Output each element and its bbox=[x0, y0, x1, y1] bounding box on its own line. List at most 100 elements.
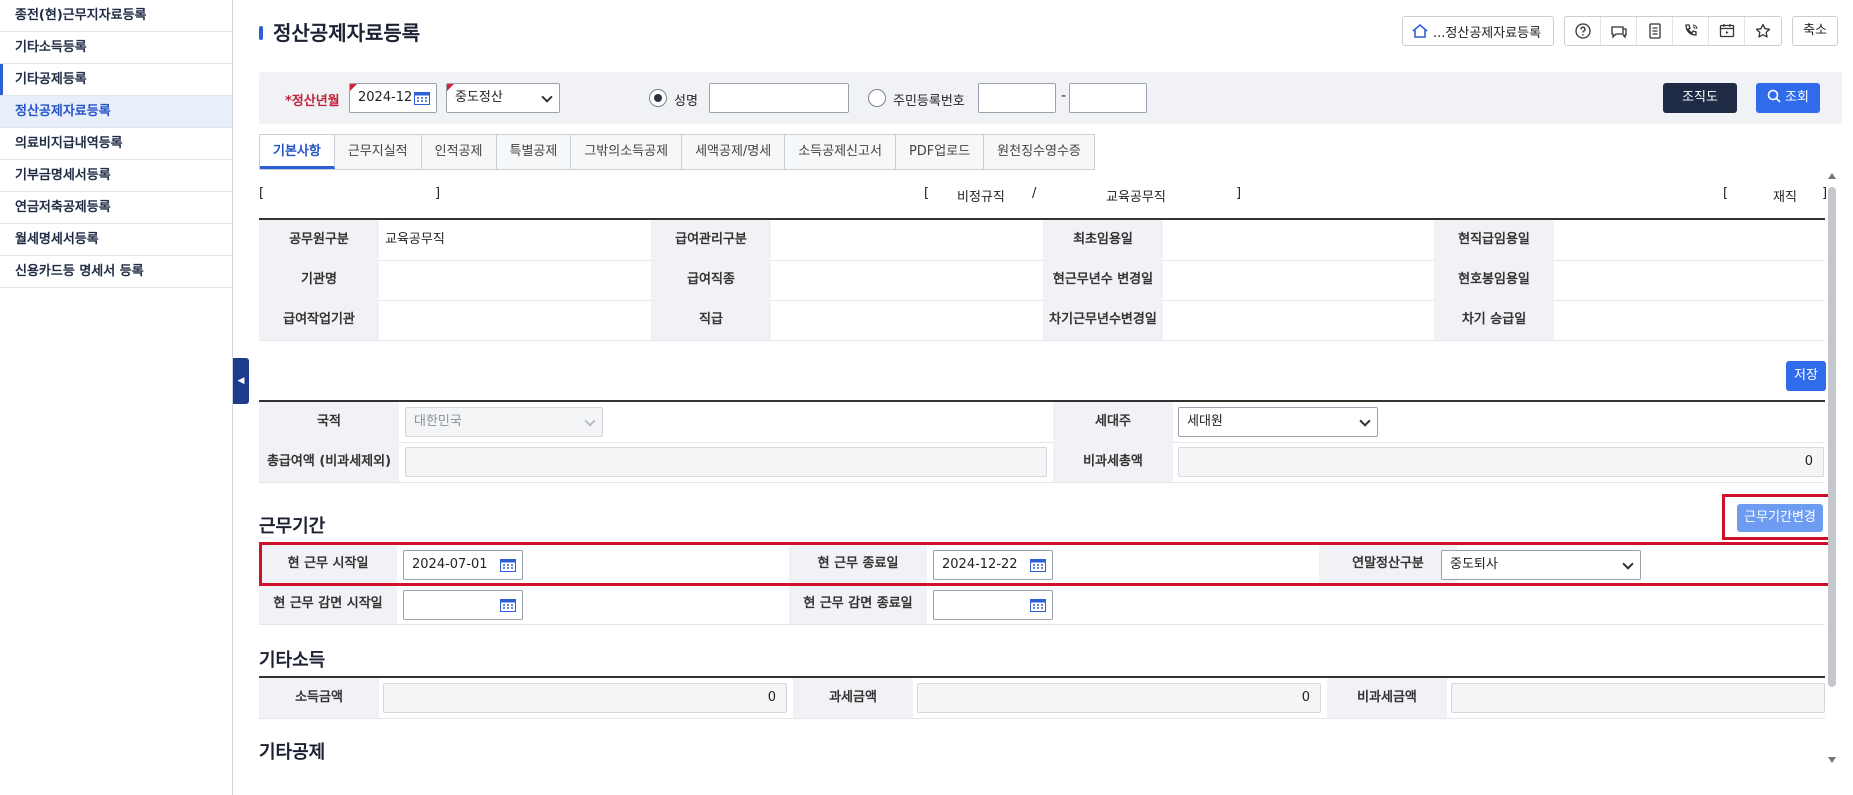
name-radio-label: 성명 bbox=[674, 94, 698, 109]
vertical-scrollbar[interactable] bbox=[1827, 173, 1837, 763]
calendar-window-button[interactable] bbox=[1709, 17, 1746, 45]
employment-status: 재직 bbox=[1773, 190, 1797, 205]
search-panel: *정산년월 2024-12 중도정산 성명 주민등록번호 - 조직도 조회 bbox=[259, 72, 1842, 124]
sidebar: 종전(현)근무지자료등록 기타소득등록 기타공제등록 정산공제자료등록 의료비지… bbox=[0, 0, 233, 795]
settlement-period-value: 2024-12 bbox=[358, 90, 413, 105]
rrn-dash: - bbox=[1061, 88, 1067, 104]
job-type: 교육공무직 bbox=[1106, 190, 1166, 205]
tab-other-income-deduction[interactable]: 그밖의소득공제 bbox=[571, 135, 683, 169]
rrn-back-input[interactable] bbox=[1069, 83, 1147, 113]
calendar-icon[interactable] bbox=[1030, 598, 1046, 612]
search-button-label: 조회 bbox=[1785, 90, 1809, 105]
scroll-down-arrow[interactable] bbox=[1828, 757, 1836, 763]
chevron-down-icon bbox=[1359, 415, 1371, 427]
first-appointment-label: 최초임용일 bbox=[1043, 220, 1163, 260]
nontax-total-input[interactable]: 0 bbox=[1178, 447, 1824, 477]
calendar-window-icon bbox=[1719, 24, 1734, 38]
civil-type-value: 교육공무직 bbox=[385, 232, 445, 247]
shrink-button[interactable]: 축소 bbox=[1792, 16, 1838, 46]
scroll-thumb[interactable] bbox=[1828, 187, 1836, 687]
rrn-radio-label: 주민등록번호 bbox=[893, 94, 965, 109]
breadcrumb-label: ...정산공제자료등록 bbox=[1433, 25, 1542, 41]
tab-tax-credit[interactable]: 세액공제/명세 bbox=[682, 135, 786, 169]
tab-special-deduction[interactable]: 특별공제 bbox=[496, 135, 572, 169]
calendar-icon[interactable] bbox=[500, 598, 516, 612]
scroll-up-arrow[interactable] bbox=[1828, 173, 1836, 179]
other-income-table: 소득금액 0 과세금액 0 비과세금액 bbox=[259, 676, 1825, 719]
taxable-amount-input[interactable]: 0 bbox=[917, 683, 1321, 713]
nontax-amount-input[interactable] bbox=[1451, 683, 1825, 713]
institution-label: 기관명 bbox=[259, 260, 379, 300]
calendar-icon[interactable] bbox=[414, 91, 430, 105]
search-icon bbox=[1767, 89, 1781, 103]
sidebar-item-settlement-deduction[interactable]: 정산공제자료등록 bbox=[0, 96, 232, 128]
help-icon bbox=[1574, 23, 1591, 39]
reduction-start-input[interactable] bbox=[403, 590, 523, 620]
save-button[interactable]: 저장 bbox=[1786, 361, 1826, 391]
sidebar-item-other-income[interactable]: 기타소득등록 bbox=[0, 32, 232, 64]
top-actions: ...정산공제자료등록 축소 bbox=[1402, 16, 1838, 46]
sidebar-item-credit-card[interactable]: 신용카드등 명세서 등록 bbox=[0, 256, 232, 288]
settlement-period-input[interactable]: 2024-12 bbox=[349, 83, 437, 113]
total-pay-input[interactable] bbox=[405, 447, 1047, 477]
breadcrumb-home-button[interactable]: ...정산공제자료등록 bbox=[1402, 16, 1555, 46]
sidebar-item-pension-savings[interactable]: 연금저축공제등록 bbox=[0, 192, 232, 224]
nationality-select[interactable]: 대한민국 bbox=[405, 407, 603, 437]
householder-select[interactable]: 세대원 bbox=[1178, 407, 1378, 437]
sidebar-item-other-deduction[interactable]: 기타공제등록 bbox=[0, 64, 232, 96]
current-step-appointment-label: 현호봉임용일 bbox=[1434, 260, 1554, 300]
page-title: 정산공제자료등록 bbox=[273, 21, 421, 45]
org-chart-button[interactable]: 조직도 bbox=[1663, 83, 1737, 113]
name-radio[interactable] bbox=[649, 89, 667, 107]
name-input[interactable] bbox=[709, 83, 849, 113]
tab-workplace-records[interactable]: 근무지실적 bbox=[334, 135, 422, 169]
householder-value: 세대원 bbox=[1187, 414, 1223, 429]
other-deduction-title: 기타공제 bbox=[259, 742, 326, 763]
reduction-end-label: 현 근무 감면 종료일 bbox=[789, 584, 927, 624]
sidebar-item-medical-expense[interactable]: 의료비지급내역등록 bbox=[0, 128, 232, 160]
household-table: 국적 대한민국 세대주 세대원 총급여액 (비과세제외) 비과세총액 0 bbox=[259, 400, 1825, 483]
tab-withholding-receipt[interactable]: 원천징수영수증 bbox=[984, 135, 1095, 169]
favorite-button[interactable] bbox=[1745, 17, 1781, 45]
info-mid-close: ] bbox=[1236, 186, 1242, 201]
position-label: 직급 bbox=[651, 300, 771, 340]
taxable-amount-label: 과세금액 bbox=[793, 678, 913, 718]
chevron-down-icon bbox=[541, 91, 553, 103]
tab-deduction-report[interactable]: 소득공제신고서 bbox=[785, 135, 896, 169]
change-work-period-button[interactable]: 근무기간변경 bbox=[1737, 504, 1823, 532]
pay-job-type-label: 급여직종 bbox=[651, 260, 771, 300]
highlight-box-row bbox=[259, 542, 1834, 586]
basic-info-table: 공무원구분 교육공무직 급여관리구분 최초임용일 현직급임용일 기관명 급여직종… bbox=[259, 218, 1825, 342]
reduction-start-label: 현 근무 감면 시작일 bbox=[259, 584, 397, 624]
rrn-front-input[interactable] bbox=[978, 83, 1056, 113]
tab-basic[interactable]: 기본사항 bbox=[260, 135, 335, 169]
tab-personal-deduction[interactable]: 인적공제 bbox=[421, 135, 497, 169]
pay-management-label: 급여관리구분 bbox=[651, 220, 771, 260]
document-icon bbox=[1648, 23, 1661, 39]
chevron-down-icon bbox=[584, 415, 596, 427]
income-amount-input[interactable]: 0 bbox=[383, 683, 787, 713]
title-marker bbox=[259, 26, 263, 40]
current-grade-appointment-label: 현직급임용일 bbox=[1434, 220, 1554, 260]
chat-button[interactable] bbox=[1601, 17, 1638, 45]
reduction-end-input[interactable] bbox=[933, 590, 1053, 620]
next-service-years-change-label: 차기근무년수변경일 bbox=[1043, 300, 1163, 340]
tab-pdf-upload[interactable]: PDF업로드 bbox=[895, 135, 985, 169]
sidebar-item-previous-workplace[interactable]: 종전(현)근무지자료등록 bbox=[0, 0, 232, 32]
settlement-type-select[interactable]: 중도정산 bbox=[446, 83, 560, 113]
help-button[interactable] bbox=[1565, 17, 1602, 45]
nontax-total-label: 비과세총액 bbox=[1053, 442, 1173, 482]
phone-icon bbox=[1684, 24, 1698, 36]
sidebar-collapse-button[interactable]: ◀ bbox=[233, 358, 249, 404]
chat-icon bbox=[1610, 26, 1627, 39]
settlement-period-label: *정산년월 bbox=[285, 94, 340, 109]
payroll-institution-label: 급여작업기관 bbox=[259, 300, 379, 340]
phone-button[interactable] bbox=[1673, 17, 1710, 45]
document-button[interactable] bbox=[1637, 17, 1674, 45]
search-button[interactable]: 조회 bbox=[1756, 83, 1820, 113]
sidebar-item-donation[interactable]: 기부금명세서등록 bbox=[0, 160, 232, 192]
tab-bar: 기본사항 근무지실적 인적공제 특별공제 그밖의소득공제 세액공제/명세 소득공… bbox=[259, 134, 1095, 170]
householder-label: 세대주 bbox=[1053, 402, 1173, 442]
rrn-radio[interactable] bbox=[868, 89, 886, 107]
sidebar-item-monthly-rent[interactable]: 월세명세서등록 bbox=[0, 224, 232, 256]
